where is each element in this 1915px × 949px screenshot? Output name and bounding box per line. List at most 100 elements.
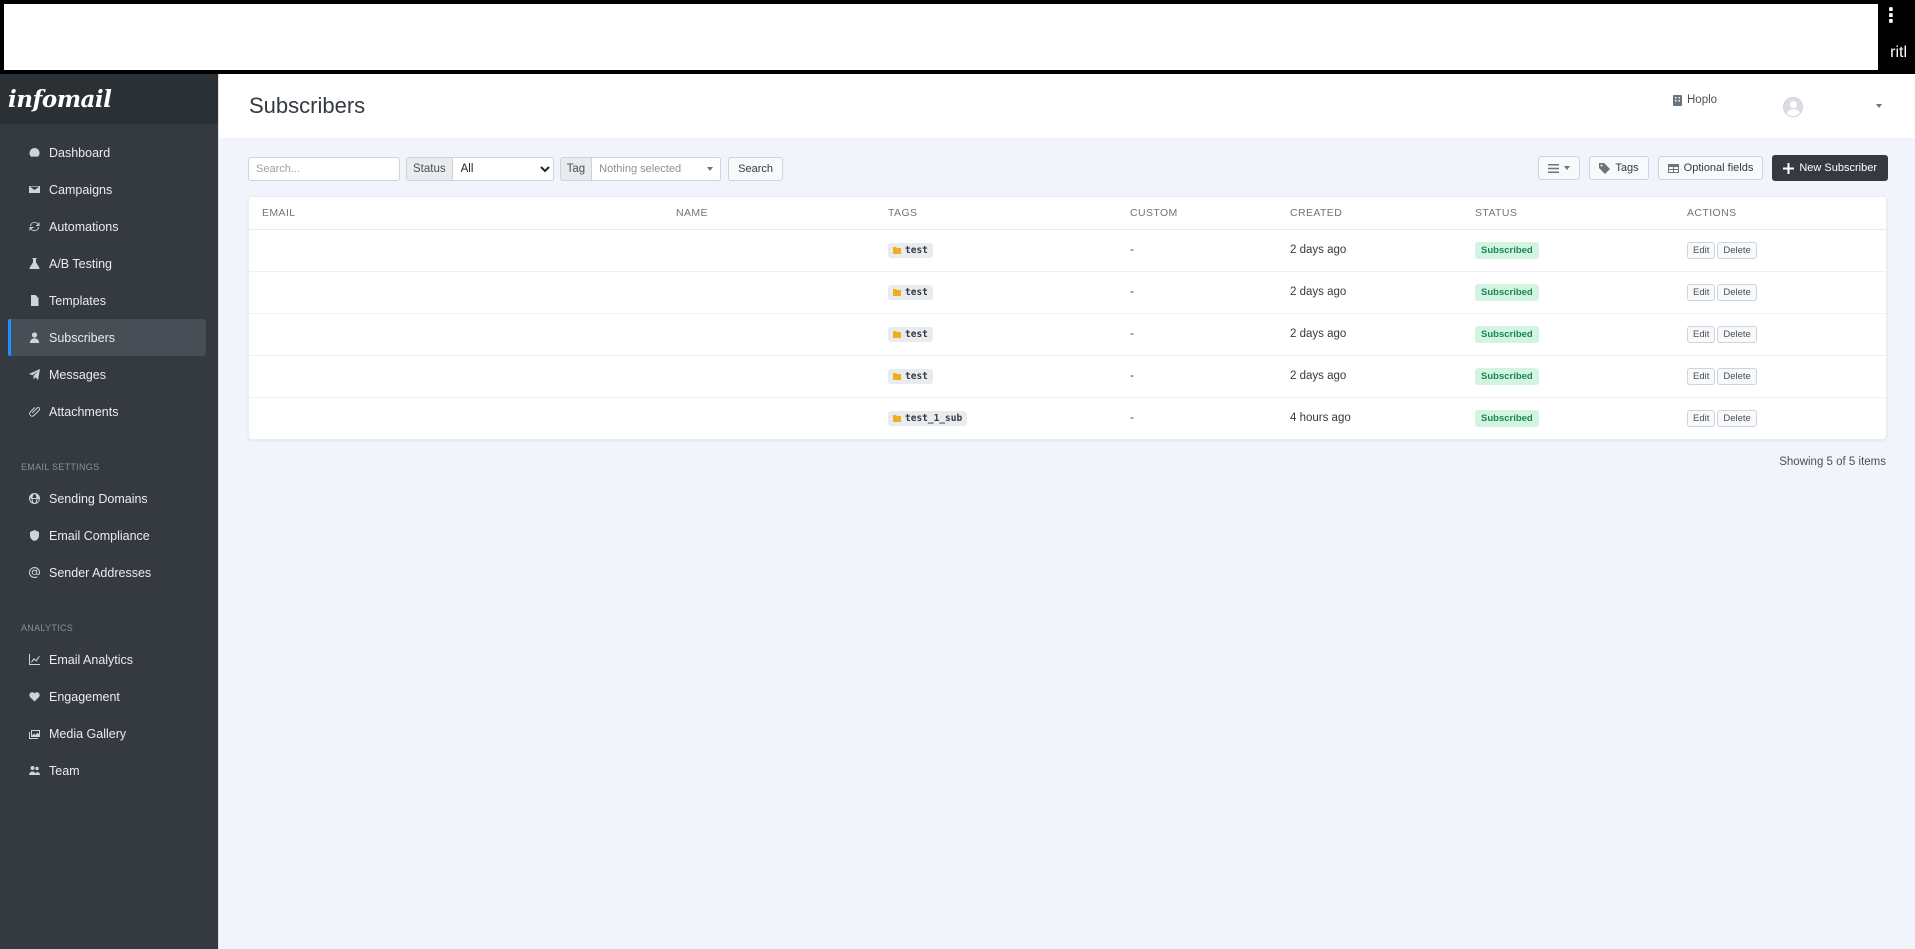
logo-text: infomail bbox=[8, 85, 112, 113]
images-icon bbox=[28, 728, 40, 740]
cell-custom: - bbox=[1117, 271, 1277, 314]
cell-custom: - bbox=[1130, 412, 1134, 425]
edit-button[interactable]: Edit bbox=[1687, 283, 1716, 301]
delete-button[interactable]: Delete bbox=[1717, 241, 1757, 259]
cell-tags: test bbox=[875, 271, 1117, 314]
browser-top-strip: ⋮ ritl bbox=[0, 0, 1915, 74]
sync-icon bbox=[28, 221, 40, 233]
sidebar-item-templates[interactable]: Templates bbox=[8, 282, 206, 319]
cell-created: 2 days ago bbox=[1277, 229, 1462, 272]
cell-actions: Edit Delete bbox=[1674, 229, 1886, 272]
sidebar-item-label: Automations bbox=[49, 219, 119, 234]
sidebar-item-campaigns[interactable]: Campaigns bbox=[8, 171, 206, 208]
search-button[interactable]: Search bbox=[728, 157, 784, 181]
org-switcher[interactable]: Hoplo bbox=[1673, 94, 1717, 106]
search-input[interactable] bbox=[248, 157, 400, 181]
sidebar-item-messages[interactable]: Messages bbox=[8, 356, 206, 393]
table-header-row: EMAIL NAME TAGS CUSTOM CREATED STATUS AC… bbox=[249, 197, 1886, 230]
cell-email bbox=[249, 313, 663, 356]
cell-custom: - bbox=[1117, 355, 1277, 398]
cell-name bbox=[663, 313, 875, 356]
cell-tags: test bbox=[875, 355, 1117, 398]
list-icon bbox=[1548, 163, 1560, 173]
sidebar-item-label: Templates bbox=[49, 293, 106, 308]
delete-button[interactable]: Delete bbox=[1717, 367, 1757, 385]
edit-button[interactable]: Edit bbox=[1687, 325, 1716, 343]
cell-created: 2 days ago bbox=[1277, 355, 1462, 398]
avatar[interactable] bbox=[1783, 97, 1803, 117]
status-filter-label: Status bbox=[406, 157, 452, 181]
column-header-name[interactable]: NAME bbox=[663, 197, 875, 230]
sidebar-item-label: Sender Addresses bbox=[49, 565, 152, 580]
sidebar-item-label: Email Compliance bbox=[49, 528, 150, 543]
tag-chip-label: test bbox=[905, 244, 928, 256]
tag-filter-label: Tag bbox=[559, 157, 592, 181]
delete-button[interactable]: Delete bbox=[1717, 409, 1757, 427]
sidebar-item-sender-addresses[interactable]: Sender Addresses bbox=[8, 554, 206, 591]
edit-button[interactable]: Edit bbox=[1687, 241, 1716, 259]
edit-button[interactable]: Edit bbox=[1687, 409, 1716, 427]
tags-button[interactable]: Tags bbox=[1589, 156, 1649, 180]
envelope-icon bbox=[28, 184, 40, 196]
tag-select-placeholder: Nothing selected bbox=[599, 163, 682, 175]
user-menu-caret-icon[interactable] bbox=[1876, 104, 1882, 108]
sidebar-analytics-nav: Email Analytics Engagement Media Gallery Te… bbox=[0, 641, 218, 789]
sidebar-item-subscribers[interactable]: Subscribers bbox=[8, 319, 206, 356]
folder-icon bbox=[893, 330, 901, 338]
sidebar-item-label: Team bbox=[49, 763, 80, 778]
tag-select[interactable]: Nothing selected bbox=[591, 157, 722, 181]
file-icon bbox=[28, 295, 40, 307]
sidebar-item-label: Engagement bbox=[49, 689, 120, 704]
cell-status: Subscribed bbox=[1462, 313, 1674, 356]
sidebar-item-email-analytics[interactable]: Email Analytics bbox=[8, 641, 206, 678]
delete-button[interactable]: Delete bbox=[1717, 325, 1757, 343]
sidebar-item-a-b-testing[interactable]: A/B Testing bbox=[8, 245, 206, 282]
cell-actions: Edit Delete bbox=[1674, 271, 1886, 314]
org-name: Hoplo bbox=[1687, 94, 1718, 106]
kebab-icon[interactable]: ⋮ bbox=[1881, 6, 1901, 26]
plus-icon bbox=[1783, 162, 1795, 174]
sidebar-item-automations[interactable]: Automations bbox=[8, 208, 206, 245]
tag-icon bbox=[1599, 162, 1611, 174]
filter-toolbar: Status All Tag Nothing selected Search bbox=[248, 156, 784, 182]
sidebar-item-label: Email Analytics bbox=[49, 652, 134, 667]
building-icon bbox=[1673, 94, 1682, 106]
optional-fields-button[interactable]: Optional fields bbox=[1657, 156, 1764, 180]
logo[interactable]: infomail bbox=[0, 74, 218, 124]
folder-icon bbox=[893, 288, 901, 296]
cell-email bbox=[249, 271, 663, 314]
sidebar-item-team[interactable]: Team bbox=[8, 752, 206, 789]
status-badge: Subscribed bbox=[1475, 325, 1539, 343]
cell-status: Subscribed bbox=[1462, 271, 1674, 314]
flask-icon bbox=[28, 258, 40, 270]
new-subscriber-button[interactable]: New Subscriber bbox=[1772, 155, 1888, 181]
sidebar-item-email-compliance[interactable]: Email Compliance bbox=[8, 517, 206, 554]
edit-button[interactable]: Edit bbox=[1687, 367, 1716, 385]
cell-created: 4 hours ago bbox=[1290, 412, 1351, 425]
sidebar-item-label: A/B Testing bbox=[49, 256, 113, 271]
sidebar-item-attachments[interactable]: Attachments bbox=[8, 393, 206, 430]
tag-chip: test_1_sub bbox=[888, 410, 968, 426]
tag-chip-label: test bbox=[905, 328, 928, 340]
cell-tags: test bbox=[875, 313, 1117, 356]
cell-name bbox=[663, 271, 875, 314]
sidebar-item-dashboard[interactable]: Dashboard bbox=[8, 134, 206, 171]
column-header-email[interactable]: EMAIL bbox=[249, 197, 663, 230]
tag-chip-label: test bbox=[905, 286, 928, 298]
sidebar-item-label: Attachments bbox=[49, 404, 119, 419]
list-view-button[interactable] bbox=[1538, 156, 1581, 180]
tachometer-icon bbox=[28, 147, 40, 159]
column-header-status[interactable]: STATUS bbox=[1462, 197, 1674, 230]
table-row: test -2 days ago Subscribed Edit Delete bbox=[249, 229, 1886, 272]
sidebar-item-media-gallery[interactable]: Media Gallery bbox=[8, 715, 206, 752]
table-row: test -2 days ago Subscribed Edit Delete bbox=[249, 355, 1886, 398]
sidebar-item-sending-domains[interactable]: Sending Domains bbox=[8, 480, 206, 517]
status-select[interactable]: All bbox=[451, 157, 554, 181]
new-subscriber-label: New Subscriber bbox=[1799, 162, 1877, 174]
tag-chip: test bbox=[888, 284, 933, 300]
sidebar-item-label: Messages bbox=[49, 367, 106, 382]
column-header-created[interactable]: CREATED bbox=[1277, 197, 1462, 230]
sidebar-item-engagement[interactable]: Engagement bbox=[8, 678, 206, 715]
action-toolbar: Tags Optional fields New Subscriber bbox=[1538, 155, 1888, 181]
delete-button[interactable]: Delete bbox=[1717, 283, 1757, 301]
